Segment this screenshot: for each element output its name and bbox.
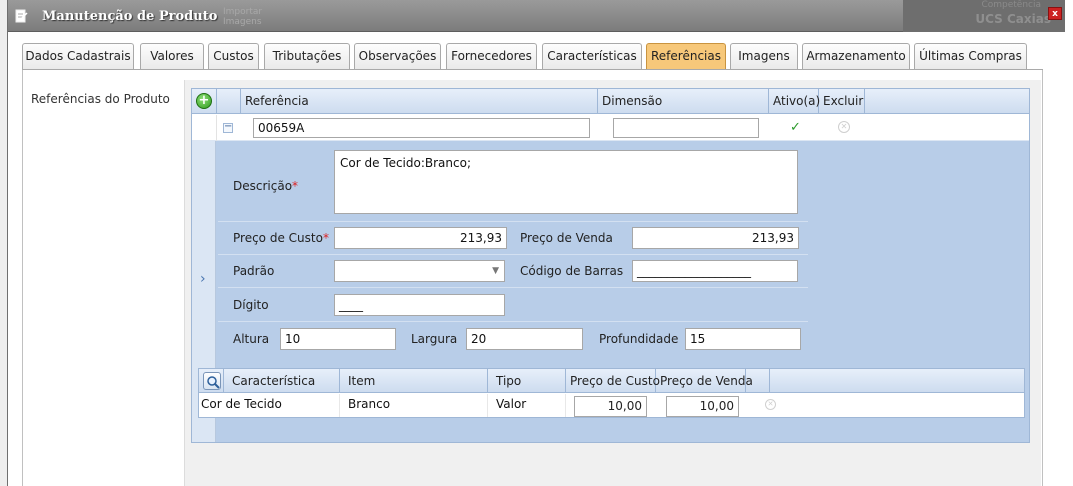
tab-fornecedores[interactable]: Fornecedores — [446, 43, 537, 70]
tab-dados-cadastrais[interactable]: Dados Cadastrais — [22, 43, 134, 70]
table-row: Cor de Tecido Branco Valor 10,00 10,00 ✕ — [199, 394, 1024, 417]
preco-custo-input[interactable]: 213,93 — [334, 227, 507, 249]
tab-caracteristicas[interactable]: Características — [542, 43, 642, 70]
background-menu-ghost: Importar Imagens — [223, 7, 262, 27]
delete-icon[interactable]: ✕ — [765, 399, 776, 410]
column-header-preco-venda[interactable]: Preço de Venda — [656, 369, 753, 393]
descricao-textarea[interactable]: Cor de Tecido:Branco; — [334, 150, 798, 214]
table-row: − 00659A ✓ ✕ — [192, 115, 1029, 141]
cell-caracteristica: Cor de Tecido — [199, 394, 340, 417]
characteristics-grid: Característica Item Tipo Preço de Custo … — [198, 368, 1025, 418]
column-header-referencia[interactable]: Referência — [241, 89, 598, 114]
profundidade-input[interactable]: 15 — [685, 328, 801, 350]
column-header-excluir[interactable]: Excluir — [819, 89, 865, 114]
largura-input[interactable]: 20 — [466, 328, 583, 350]
row-divider — [218, 221, 808, 222]
references-grid: + Referência Dimensão Ativo(a) Excluir −… — [191, 88, 1030, 443]
tab-observacoes[interactable]: Observações — [354, 43, 441, 70]
preco-custo-label: Preço de Custo* — [233, 231, 329, 245]
referencia-input[interactable]: 00659A — [253, 118, 590, 138]
row-spacer — [192, 115, 217, 141]
preco-venda-label: Preço de Venda — [520, 231, 613, 245]
delete-icon[interactable]: ✕ — [838, 121, 850, 133]
column-header-ativo[interactable]: Ativo(a) — [769, 89, 820, 114]
row-divider — [218, 287, 808, 288]
search-cell — [199, 369, 224, 393]
background-competence-text: Competência — [981, 0, 1041, 10]
tab-valores[interactable]: Valores — [140, 43, 204, 70]
preco-venda-item-input[interactable]: 10,00 — [666, 396, 739, 417]
tab-ultimas-compras[interactable]: Últimas Compras — [914, 43, 1027, 70]
column-header-delete — [746, 369, 770, 393]
profundidade-label: Profundidade — [599, 332, 679, 346]
codigo-barras-label: Código de Barras — [520, 264, 624, 278]
column-header-item[interactable]: Item — [340, 369, 488, 393]
ativo-checkbox[interactable]: ✓ — [789, 121, 802, 135]
codigo-barras-input[interactable]: ___________________ — [632, 260, 798, 282]
background-header-area: Competência UCS Caxias — [903, 0, 1065, 32]
column-header-caracteristica[interactable]: Característica — [224, 369, 340, 393]
window-title: Manutenção de Produto — [42, 9, 218, 24]
window-titlebar: Manutenção de Produto Importar Imagens C… — [8, 0, 1065, 32]
digito-input[interactable]: ____ — [334, 294, 505, 316]
ghost-line-2: Imagens — [223, 17, 262, 27]
column-header-tipo[interactable]: Tipo — [488, 369, 566, 393]
required-mark: * — [292, 179, 299, 193]
descricao-label-text: Descrição — [233, 179, 293, 193]
altura-label: Altura — [233, 332, 270, 346]
grid-header-add-cell: + — [192, 89, 217, 114]
close-button[interactable]: x — [1048, 7, 1062, 20]
required-mark: * — [322, 231, 329, 245]
tab-imagens[interactable]: Imagens — [730, 43, 798, 70]
digito-label: Dígito — [233, 298, 269, 312]
reference-form: Descrição* Cor de Tecido:Branco; Preço d… — [218, 141, 808, 359]
window-icon — [14, 9, 28, 23]
preco-custo-item-input[interactable]: 10,00 — [574, 396, 647, 417]
chevron-down-icon: ▼ — [492, 266, 499, 276]
row-divider — [218, 321, 808, 322]
grid-header-spacer — [217, 89, 241, 114]
row-divider — [218, 254, 808, 255]
ghost-line-1: Importar — [223, 7, 263, 17]
cell-item: Branco — [340, 394, 488, 417]
characteristics-header: Característica Item Tipo Preço de Custo … — [199, 369, 1024, 393]
preco-venda-input[interactable]: 213,93 — [632, 227, 799, 249]
tab-armazenamento[interactable]: Armazenamento — [802, 43, 910, 70]
tab-referencias[interactable]: Referências — [646, 43, 726, 70]
padrao-label: Padrão — [233, 264, 275, 278]
collapse-row-button[interactable]: − — [223, 122, 233, 133]
preco-custo-label-text: Preço de Custo — [233, 231, 323, 245]
grid-header: + Referência Dimensão Ativo(a) Excluir — [192, 89, 1029, 114]
tab-tributacoes[interactable]: Tributações — [264, 43, 350, 70]
cell-tipo: Valor — [488, 394, 566, 417]
column-header-preco-custo[interactable]: Preço de Custo — [566, 369, 660, 393]
background-company-text: UCS Caxias — [975, 12, 1051, 26]
search-icon[interactable] — [203, 372, 221, 390]
page-left-strip — [0, 0, 8, 486]
altura-input[interactable]: 10 — [280, 328, 396, 350]
expand-arrow-icon[interactable]: › — [200, 271, 206, 287]
tab-custos[interactable]: Custos — [208, 43, 259, 70]
reference-detail-panel: › Descrição* Cor de Tecido:Branco; Preço… — [192, 141, 1029, 442]
add-reference-button[interactable]: + — [196, 93, 212, 109]
column-header-dimensao[interactable]: Dimensão — [598, 89, 769, 114]
padrao-select[interactable]: ▼ — [334, 260, 505, 282]
dimensao-input[interactable] — [613, 118, 759, 138]
largura-label: Largura — [411, 332, 458, 346]
section-label: Referências do Produto — [31, 92, 170, 106]
descricao-label: Descrição* — [233, 179, 298, 193]
